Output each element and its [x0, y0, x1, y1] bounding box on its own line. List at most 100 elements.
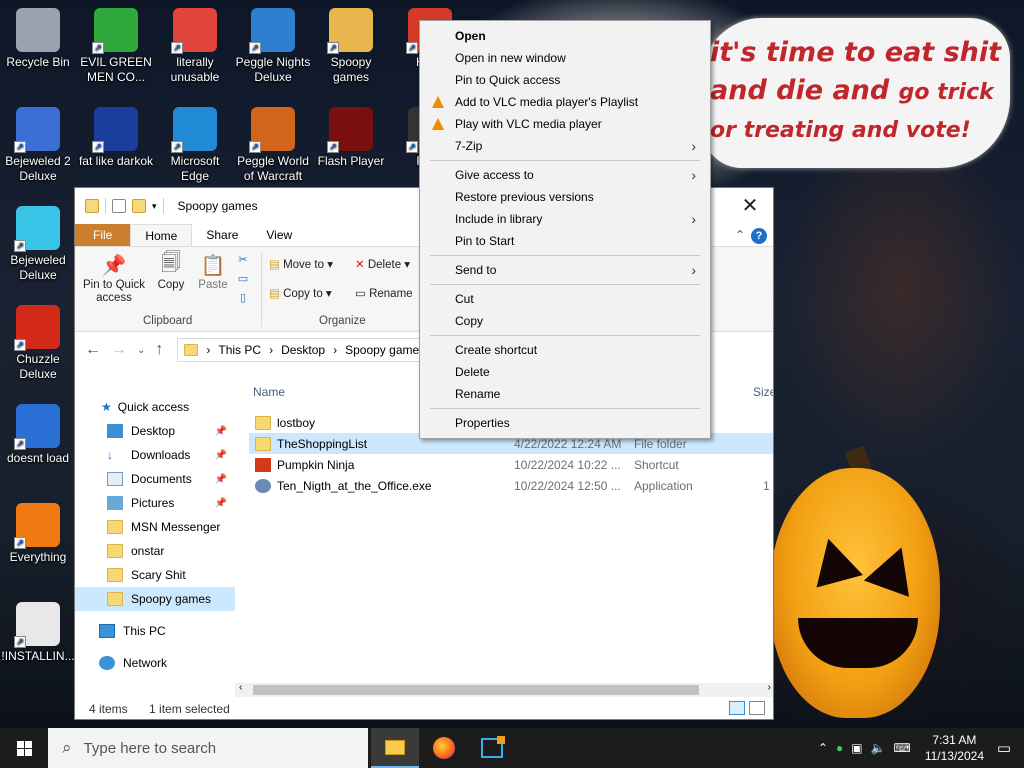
menu-copy[interactable]: Copy [420, 310, 710, 332]
file-row[interactable]: Pumpkin Ninja 10/22/2024 10:22 ... Shortcu… [249, 454, 773, 475]
context-menu: Open Open in new window Pin to Quick acc… [419, 20, 711, 439]
menu-restore-versions[interactable]: Restore previous versions [420, 186, 710, 208]
nav-item[interactable]: onstar [75, 539, 235, 563]
show-hidden-icons-icon[interactable]: ⌃ [818, 741, 828, 755]
menu-pin-quick-access[interactable]: Pin to Quick access [420, 69, 710, 91]
forward-arrow-icon[interactable]: → [111, 341, 127, 359]
paste-button[interactable]: 📋 Paste [193, 251, 233, 292]
menu-vlc-add[interactable]: Add to VLC media player's Playlist [420, 91, 710, 113]
pin-icon[interactable]: 📌 [215, 498, 227, 509]
properties-icon[interactable] [112, 199, 126, 213]
msn-tray-icon[interactable]: ● [836, 741, 843, 755]
column-name[interactable]: Name [253, 385, 285, 399]
desktop-icon[interactable]: ↗ literally unusable [157, 8, 233, 85]
pin-icon[interactable]: 📌 [215, 426, 227, 437]
tab-view[interactable]: View [252, 224, 306, 246]
notification-center-icon[interactable]: ▭ [984, 728, 1024, 768]
network-tray-icon[interactable]: ▣ [851, 741, 862, 755]
rename-button[interactable]: ▭ Rename [355, 286, 413, 300]
desktop-icon[interactable]: ↗ Peggle Nights Deluxe [235, 8, 311, 85]
tab-home[interactable]: Home [130, 224, 193, 246]
clock[interactable]: 7:31 AM 11/13/2024 [925, 732, 984, 764]
move-to-button[interactable]: ▤ Move to ▾ [269, 257, 333, 271]
help-icon[interactable]: ? [751, 224, 773, 246]
pin-quick-access-button[interactable]: 📌 Pin to Quick access [81, 251, 147, 305]
volume-icon[interactable]: 🔈 [871, 741, 886, 755]
breadcrumb-desktop[interactable]: Desktop [281, 343, 325, 357]
desktop-icon[interactable]: ↗ Spoopy games [313, 8, 389, 85]
taskbar-firefox[interactable] [420, 728, 468, 768]
up-arrow-icon[interactable]: ↑ [155, 341, 163, 359]
breadcrumb-spoopy-games[interactable]: Spoopy games [345, 343, 425, 357]
menu-create-shortcut[interactable]: Create shortcut [420, 339, 710, 361]
column-size[interactable]: Size [753, 385, 773, 399]
menu-properties[interactable]: Properties [420, 412, 710, 434]
close-button[interactable]: ✕ [727, 188, 773, 224]
desktop-icon[interactable]: ↗ EVIL GREEN MEN CO... [78, 8, 154, 85]
pin-icon[interactable]: 📌 [215, 450, 227, 461]
horizontal-scrollbar[interactable]: ‹ › [235, 682, 773, 697]
paste-shortcut-icon[interactable]: ▯ [235, 289, 251, 308]
menu-open[interactable]: Open [420, 25, 710, 47]
desktop-icon[interactable]: ↗ Everything [0, 503, 76, 565]
tab-file[interactable]: File [75, 224, 131, 246]
copy-path-icon[interactable]: ▭ [235, 270, 251, 289]
menu-give-access[interactable]: Give access to › [420, 164, 710, 186]
file-row[interactable]: Ten_Nigth_at_the_Office.exe 10/22/2024 12… [249, 475, 773, 496]
customize-quick-access-icon[interactable]: ▾ [152, 201, 157, 212]
nav-item[interactable]: Documents 📌 [75, 467, 235, 491]
taskbar-file-explorer[interactable] [371, 728, 419, 768]
scrollbar-thumb[interactable] [253, 685, 699, 695]
nav-item[interactable]: ↓ Downloads 📌 [75, 443, 235, 467]
menu-rename[interactable]: Rename [420, 383, 710, 405]
pin-icon[interactable]: 📌 [215, 474, 227, 485]
nav-quick-access[interactable]: ★ Quick access [75, 395, 235, 419]
details-view-icon[interactable] [729, 701, 745, 715]
taskbar-visual-studio[interactable] [468, 728, 516, 768]
desktop-icon[interactable]: ↗ Chuzzle Deluxe [0, 305, 76, 382]
desktop-icon[interactable]: ↗ Bejeweled Deluxe [0, 206, 76, 283]
scroll-right-icon[interactable]: › [768, 682, 771, 693]
nav-item[interactable]: Scary Shit [75, 563, 235, 587]
nav-item[interactable]: MSN Messenger [75, 515, 235, 539]
recent-locations-icon[interactable]: ⌄ [137, 345, 145, 356]
breadcrumb-this-pc[interactable]: This PC [218, 343, 261, 357]
menu-cut[interactable]: Cut [420, 288, 710, 310]
cut-icon[interactable]: ✂ [235, 251, 251, 270]
ime-icon[interactable]: ⌨ [894, 741, 911, 755]
menu-vlc-play[interactable]: Play with VLC media player [420, 113, 710, 135]
nav-network[interactable]: Network [75, 651, 235, 675]
menu-include-library[interactable]: Include in library › [420, 208, 710, 230]
menu-send-to[interactable]: Send to › [420, 259, 710, 281]
start-button[interactable] [0, 728, 48, 768]
menu-delete[interactable]: Delete [420, 361, 710, 383]
large-icons-view-icon[interactable] [749, 701, 765, 715]
copy-button[interactable]: 🗐 Copy [151, 251, 191, 291]
tab-share[interactable]: Share [192, 224, 252, 246]
ribbon-collapse-icon[interactable]: ⌃ [729, 224, 751, 246]
desktop-icon[interactable]: ↗ Microsoft Edge [157, 107, 233, 184]
menu-pin-start[interactable]: Pin to Start [420, 230, 710, 252]
nav-item[interactable]: Desktop 📌 [75, 419, 235, 443]
desktop-icon[interactable]: ↗ Bejeweled 2 Deluxe [0, 107, 76, 184]
new-folder-icon[interactable] [132, 199, 146, 213]
menu-open-new-window[interactable]: Open in new window [420, 47, 710, 69]
scroll-left-icon[interactable]: ‹ [239, 682, 242, 693]
menu-7zip[interactable]: 7-Zip › [420, 135, 710, 157]
taskbar-search-box[interactable]: ⌕ Type here to search [48, 728, 368, 768]
nav-item[interactable]: Pictures 📌 [75, 491, 235, 515]
nav-this-pc[interactable]: This PC [75, 619, 235, 643]
desktop-icon[interactable]: ↗ !INSTALLIN... [0, 602, 76, 664]
delete-button[interactable]: ✕ Delete ▾ [355, 257, 410, 271]
desktop-icon[interactable]: ↗ Flash Player [313, 107, 389, 169]
desktop-icon[interactable]: Recycle Bin [0, 8, 76, 70]
copy-to-button[interactable]: ▤ Copy to ▾ [269, 286, 332, 300]
desktop-icon[interactable]: ↗ doesnt load [0, 404, 76, 466]
desktop-icon[interactable]: ↗ fat like darkok [78, 107, 154, 169]
desktop-icon[interactable]: ↗ Peggle World of Warcraft [235, 107, 311, 184]
address-bar[interactable]: › This PC › Desktop › Spoopy games [177, 338, 428, 362]
back-arrow-icon[interactable]: ← [85, 341, 101, 359]
pin-label: Pin to Quick access [83, 279, 145, 304]
nav-item[interactable]: Spoopy games [75, 587, 235, 611]
text-file-icon: ↗ [14, 602, 60, 648]
